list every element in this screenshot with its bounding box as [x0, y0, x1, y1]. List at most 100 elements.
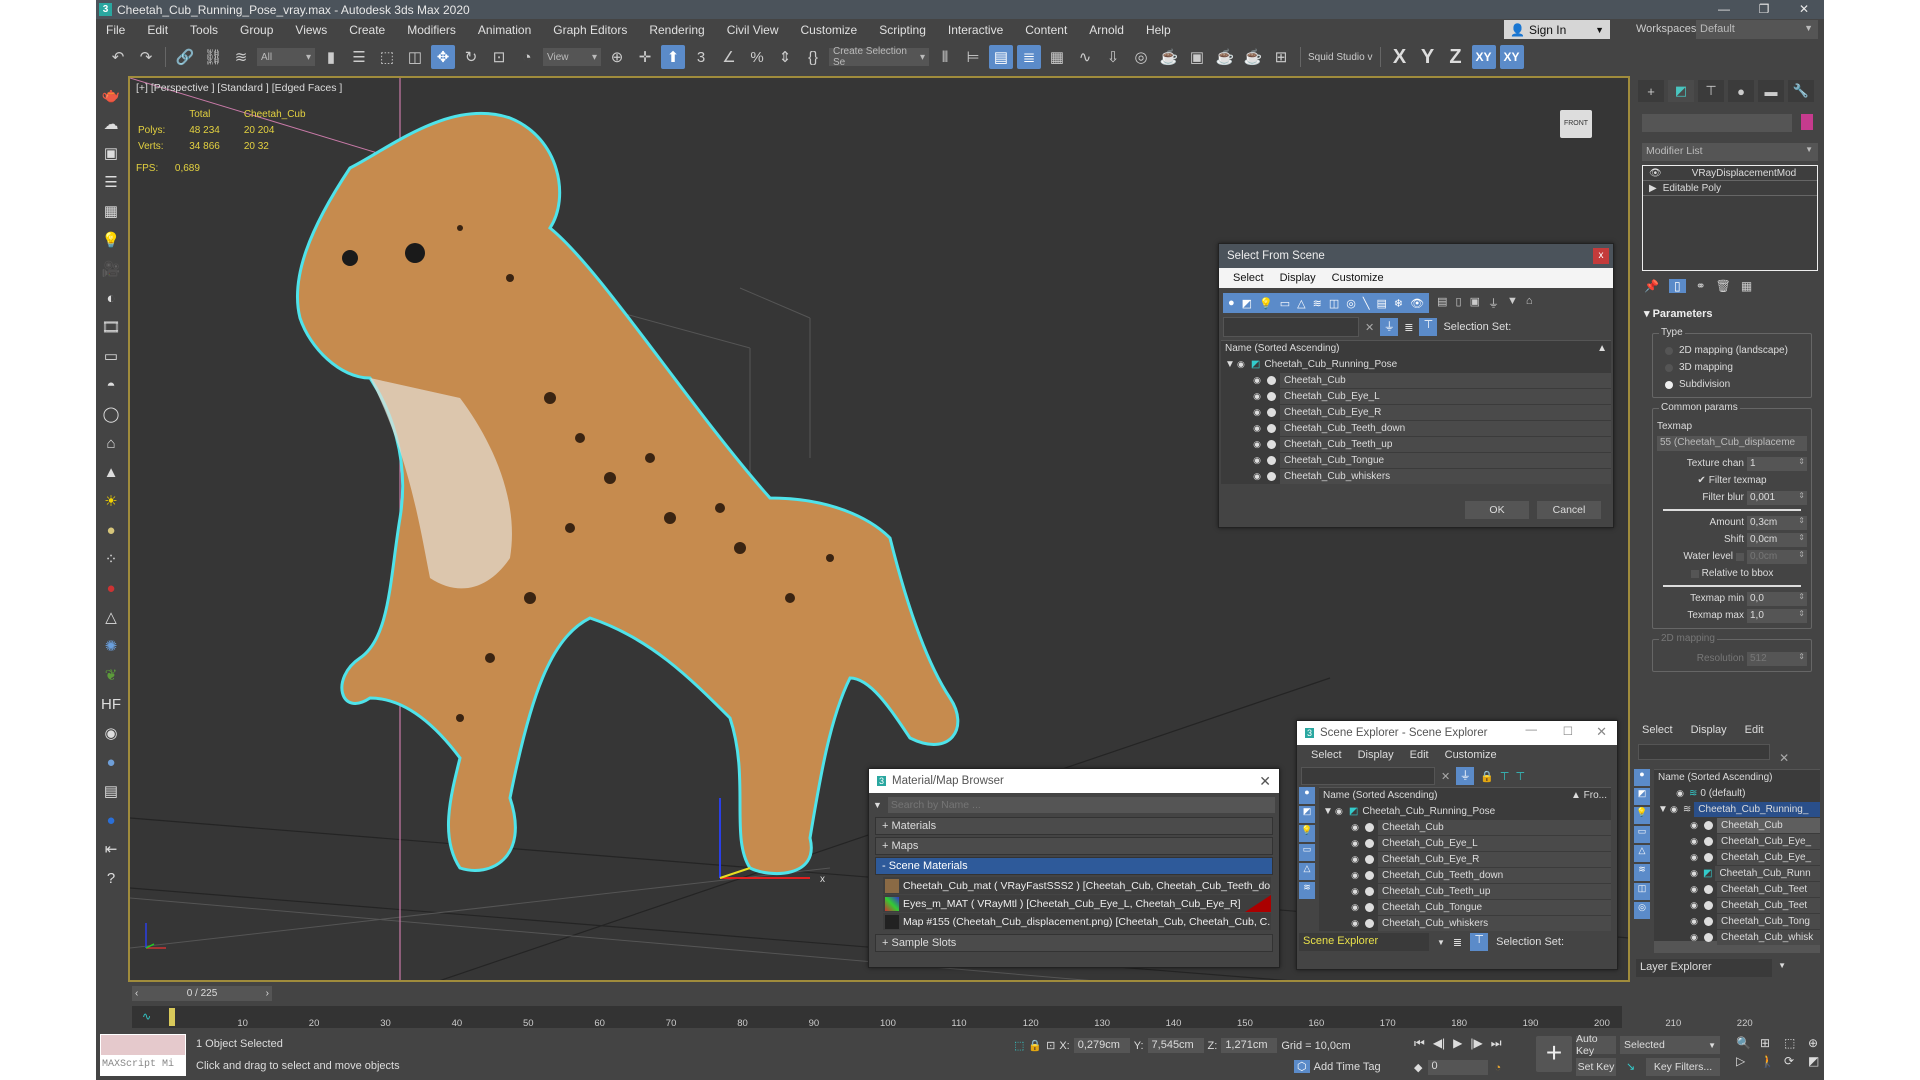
prev-frame-icon[interactable]: ‹	[135, 988, 138, 999]
cancel-button[interactable]: Cancel	[1537, 501, 1601, 519]
tree-row[interactable]: ◉ Cheetah_Cub_whiskers	[1221, 468, 1611, 484]
filter-groups-icon[interactable]: ◫	[1634, 883, 1650, 900]
lock-icon[interactable]: 🔒	[1480, 770, 1494, 783]
amount-spinner[interactable]: 0,3cm	[1747, 515, 1807, 530]
render-region-icon[interactable]: ●	[99, 807, 123, 833]
maximize-viewport-icon[interactable]: ◩	[1808, 1054, 1824, 1068]
axis-xy-cycle-button[interactable]: XY	[1499, 45, 1524, 69]
tree-row[interactable]: ◉ Cheetah_Cub_Tongue	[1221, 452, 1611, 468]
filter-lights-icon[interactable]: 💡	[1634, 807, 1650, 824]
layer-row[interactable]: ◉ Cheetah_Cub_Teet	[1654, 881, 1820, 897]
helpers-filter-icon[interactable]: △	[1297, 297, 1305, 310]
chevron-down-icon[interactable]: ▼	[1437, 938, 1445, 947]
menu-display[interactable]: Display	[1358, 749, 1394, 761]
place-icon[interactable]: ◔	[515, 45, 539, 69]
show-end-result-icon[interactable]: ▯	[1668, 279, 1686, 293]
render-setup-icon[interactable]: ☕	[1157, 45, 1181, 69]
move-icon[interactable]: ✥	[431, 45, 455, 69]
material-search-input[interactable]	[887, 797, 1275, 813]
time-slider[interactable]: ‹ 0 / 225 ›	[132, 986, 272, 1001]
collapse-all-icon[interactable]: ⊤	[1516, 770, 1526, 783]
hierarchy-icon[interactable]: ⊤	[1470, 933, 1489, 951]
selection-filter-dropdown[interactable]: All ▾	[257, 48, 315, 66]
sign-in-button[interactable]: 👤 Sign In ▼	[1504, 20, 1610, 39]
object-name-field[interactable]	[1642, 114, 1792, 132]
next-frame-icon[interactable]: ›	[266, 988, 269, 999]
tree-row[interactable]: ◉ Cheetah_Cub	[1319, 819, 1611, 835]
eye-icon[interactable]: ◉	[1349, 870, 1361, 881]
ox-icon[interactable]: ◉	[99, 720, 123, 746]
groups-filter-icon[interactable]: ◫	[1329, 297, 1339, 310]
clear-search-icon[interactable]: ✕	[1779, 751, 1789, 765]
material-item[interactable]: Cheetah_Cub_mat ( VRayFastSSS2 ) [Cheeta…	[883, 877, 1271, 894]
tree-row[interactable]: ◉ Cheetah_Cub_Teeth_down	[1221, 420, 1611, 436]
axis-y-button[interactable]: Y	[1416, 45, 1440, 69]
percent-snap-icon[interactable]: %	[745, 45, 769, 69]
unlink-icon[interactable]: ⛓	[201, 45, 225, 69]
close-icon[interactable]: ✕	[1259, 773, 1271, 790]
eye-icon[interactable]: ◉	[1251, 439, 1263, 450]
fur-icon[interactable]: ✺	[99, 633, 123, 659]
clear-search-icon[interactable]: ✕	[1441, 770, 1450, 783]
layer-row[interactable]: ◉ ◩ Cheetah_Cub_Runn	[1654, 865, 1820, 881]
eye-icon[interactable]: ◉	[1349, 822, 1361, 833]
link-icon[interactable]: 🔗	[173, 45, 197, 69]
expand-arrow-icon[interactable]: ▼	[1323, 806, 1333, 817]
maximize-icon[interactable]: ☐	[1563, 724, 1573, 738]
x-coordinate-field[interactable]: 0,279cm	[1073, 1038, 1130, 1053]
eye-icon[interactable]: ◉	[1688, 932, 1700, 943]
options-chevron-icon[interactable]: ▼	[873, 800, 882, 810]
dialog-title-bar[interactable]: 3 Material/Map Browser ✕	[869, 769, 1279, 793]
key-filters-button[interactable]: Key Filters...	[1646, 1058, 1720, 1076]
menu-customize[interactable]: Customize	[801, 23, 858, 37]
layer-row[interactable]: ▼ ◉ ≋ Cheetah_Cub_Running_	[1654, 801, 1820, 817]
radio-2d-mapping[interactable]: 2D mapping (landscape)	[1657, 342, 1807, 359]
angle-snap-icon[interactable]: ∠	[717, 45, 741, 69]
filter-xrefs-icon[interactable]: ◎	[1634, 902, 1650, 919]
containers-icon[interactable]: ⌂	[1526, 295, 1533, 311]
current-frame-marker[interactable]	[169, 1008, 175, 1026]
modifier-list-dropdown[interactable]: Modifier List ▼	[1642, 143, 1818, 161]
sphere-light-icon[interactable]: ●	[99, 517, 123, 543]
display-all-icon[interactable]: ▤	[1437, 295, 1447, 311]
menu-file[interactable]: File	[106, 23, 125, 37]
disc-light-icon[interactable]: ◯	[99, 401, 123, 427]
studio-label[interactable]: Squid Studio v	[1308, 52, 1373, 63]
previous-frame-icon[interactable]: ◀|	[1433, 1036, 1445, 1051]
expand-arrow-icon[interactable]: ▼	[1658, 804, 1668, 815]
menu-tools[interactable]: Tools	[190, 23, 218, 37]
ok-button[interactable]: OK	[1465, 501, 1529, 519]
zoom-all-icon[interactable]: ⊞	[1760, 1036, 1780, 1050]
lights-filter-icon[interactable]: 💡	[1259, 297, 1273, 310]
material-item[interactable]: Eyes_m_MAT ( VRayMtl ) [Cheetah_Cub_Eye_…	[883, 895, 1271, 912]
select-dependents-icon[interactable]: ⏚	[1456, 767, 1475, 785]
pivot-center-icon[interactable]: ⊕	[605, 45, 629, 69]
select-dependents-icon[interactable]: ⏚	[1380, 318, 1399, 336]
eye-icon[interactable]: ◉	[1251, 375, 1263, 386]
eye-icon[interactable]: ◉	[1349, 854, 1361, 865]
maximize-icon[interactable]: ❐	[1744, 0, 1784, 19]
bind-space-warp-icon[interactable]: ≋	[229, 45, 253, 69]
spinner-snap-icon[interactable]: ⇕	[773, 45, 797, 69]
layer-row[interactable]: ◉ ≋ 0 (default)	[1654, 785, 1820, 801]
eye-icon[interactable]: ◉	[1688, 852, 1700, 863]
auto-key-button[interactable]: Auto Key	[1576, 1033, 1616, 1057]
relative-bbox-checkbox[interactable]: Relative to bbox	[1657, 565, 1807, 582]
render-window-icon[interactable]: ▣	[99, 140, 123, 166]
time-config-icon[interactable]: ◔	[1494, 1062, 1501, 1074]
curve-editor-mini-icon[interactable]: ∿	[142, 1010, 151, 1023]
menu-animation[interactable]: Animation	[478, 23, 531, 37]
undo-icon[interactable]: ↶	[106, 45, 130, 69]
tree-row[interactable]: ▼ ◉ ◩ Cheetah_Cub_Running_Pose	[1319, 803, 1611, 819]
filter-spacewarps-icon[interactable]: ≋	[1299, 882, 1315, 899]
spacewarps-filter-icon[interactable]: ≋	[1313, 297, 1322, 310]
metaball-icon[interactable]: ●	[99, 575, 123, 601]
rotate-icon[interactable]: ↻	[459, 45, 483, 69]
cone-icon[interactable]: ▲	[99, 459, 123, 485]
close-icon[interactable]: ✕	[1784, 0, 1824, 19]
scene-materials-section[interactable]: - Scene Materials	[875, 857, 1273, 875]
viewcube[interactable]: FRONT	[1560, 110, 1592, 138]
shapes-filter-icon[interactable]: ◩	[1242, 297, 1252, 310]
align-icon[interactable]: ⊨	[961, 45, 985, 69]
eye-icon[interactable]: ◉	[1251, 391, 1263, 402]
